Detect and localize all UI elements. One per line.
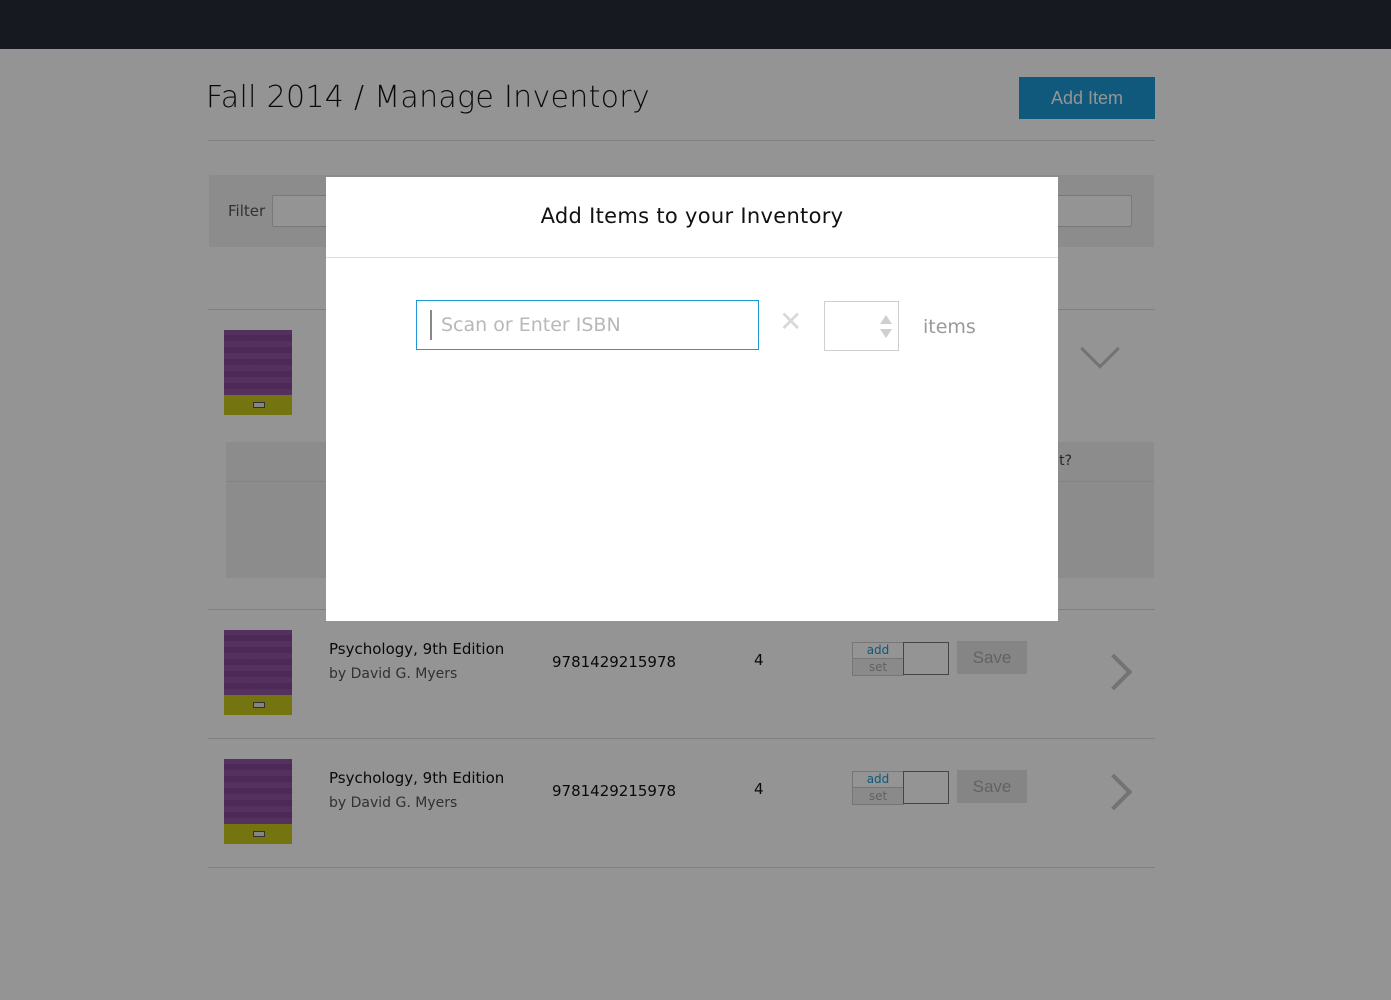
spinner-up-icon[interactable] xyxy=(880,315,892,324)
spinner-down-icon[interactable] xyxy=(880,329,892,338)
isbn-input[interactable] xyxy=(416,300,759,350)
add-items-modal: Add Items to your Inventory ✕ items xyxy=(326,177,1058,621)
item-count-stepper[interactable] xyxy=(824,301,899,351)
text-cursor xyxy=(430,310,432,340)
modal-title: Add Items to your Inventory xyxy=(540,204,844,228)
clear-icon[interactable]: ✕ xyxy=(779,308,802,336)
modal-divider xyxy=(326,257,1058,258)
items-label: items xyxy=(923,316,976,338)
